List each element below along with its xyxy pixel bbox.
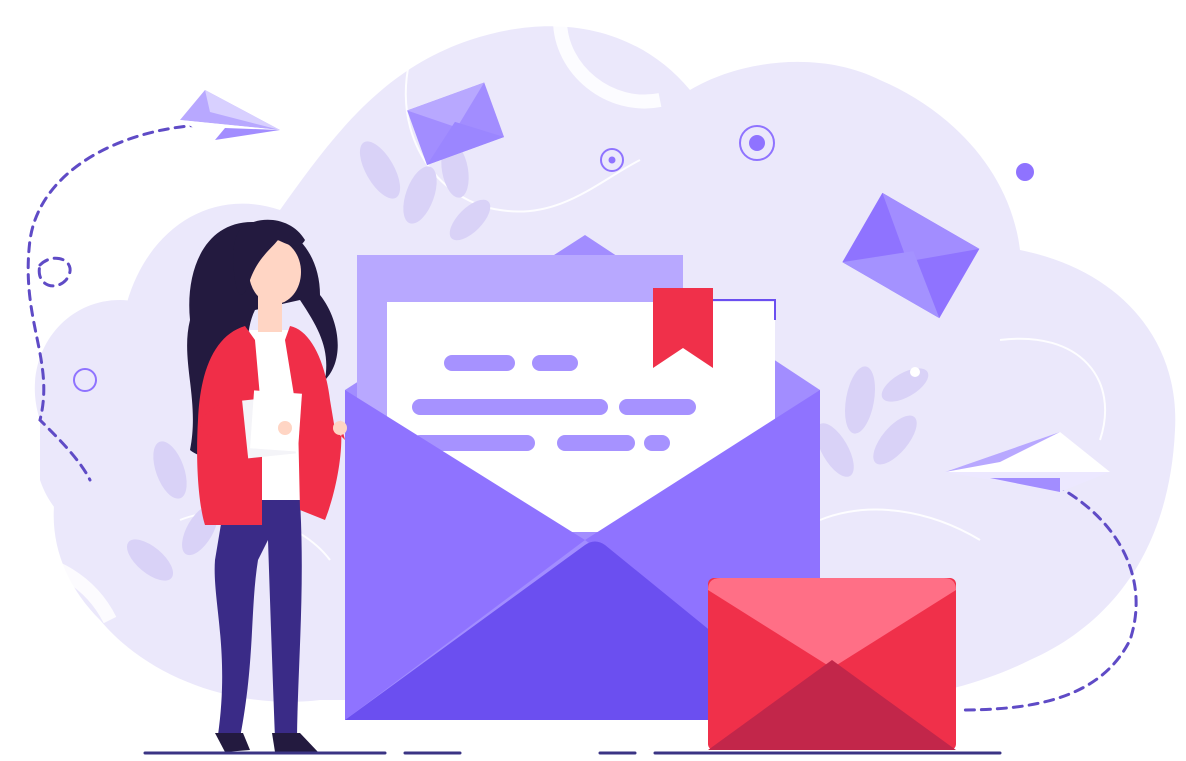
woman-shoe-right: [272, 733, 318, 752]
closed-red-envelope-icon: [708, 578, 956, 750]
dot-icon: [1016, 163, 1034, 181]
email-illustration: [19, 19, 1176, 755]
woman-shoe-left: [215, 733, 250, 752]
paper-plane-icon: [180, 90, 280, 140]
papers-in-hand: [242, 390, 302, 459]
